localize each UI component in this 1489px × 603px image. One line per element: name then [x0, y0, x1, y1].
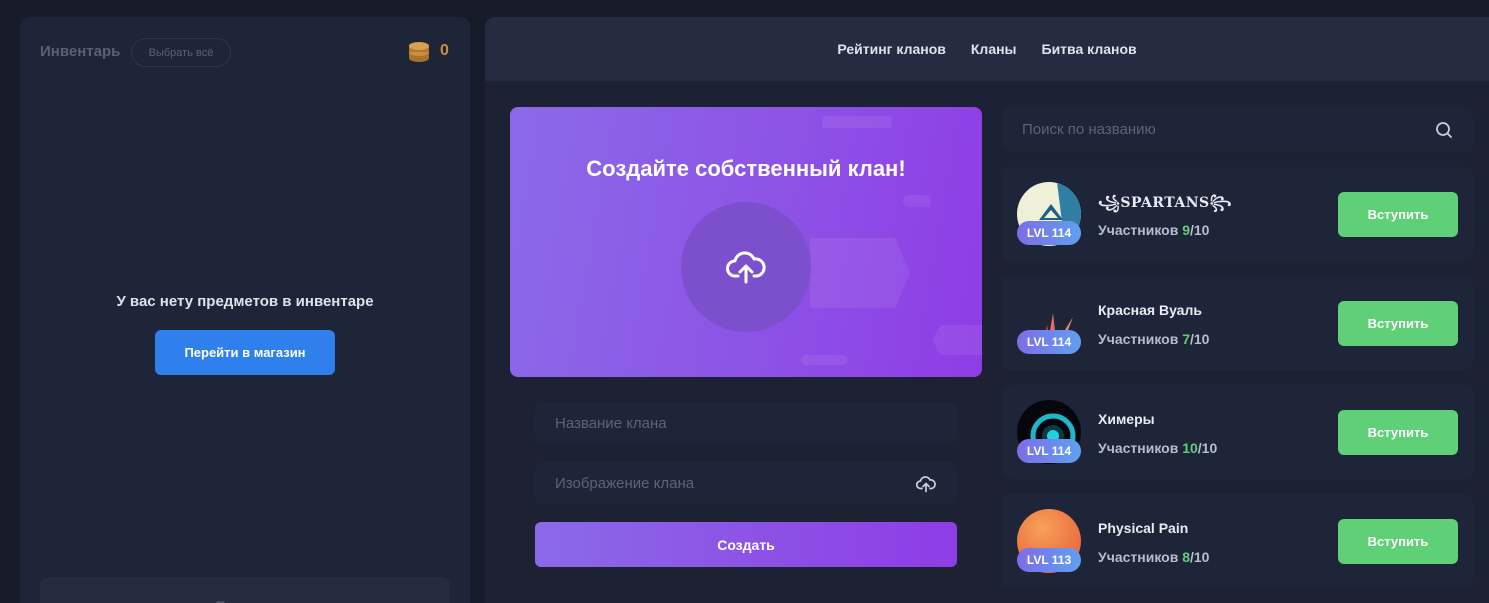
- clan-avatar: LVL 114: [1017, 182, 1081, 246]
- level-badge: LVL 114: [1017, 221, 1081, 245]
- clan-image-input[interactable]: [555, 474, 937, 492]
- create-clan-button[interactable]: Создать: [535, 522, 957, 567]
- nav-clan-battle[interactable]: Битва кланов: [1042, 41, 1137, 57]
- coin-balance: 0: [440, 42, 449, 59]
- level-badge: LVL 114: [1017, 439, 1081, 463]
- join-clan-button[interactable]: Вступить: [1338, 301, 1458, 346]
- inventory-title: Инвентарь: [40, 43, 121, 60]
- decor-shape: [903, 195, 931, 207]
- join-clan-button[interactable]: Вступить: [1338, 410, 1458, 455]
- members-max: /10: [1190, 331, 1210, 347]
- clan-image-field[interactable]: [535, 462, 957, 504]
- members-count: Участников 7/10: [1098, 331, 1209, 347]
- members-count: Участников 9/10: [1098, 222, 1209, 238]
- clan-card: LVL 114 ꧁SPARTANS꧂ Участников 9/10 Вступ…: [1002, 167, 1473, 261]
- members-max: /10: [1190, 549, 1210, 565]
- clan-avatar: LVL 114: [1017, 400, 1081, 464]
- members-label: Участников: [1098, 222, 1179, 238]
- create-clan-title: Создайте собственный клан!: [586, 156, 906, 181]
- join-clan-button[interactable]: Вступить: [1338, 519, 1458, 564]
- search-icon[interactable]: [1435, 121, 1453, 139]
- members-label: Участников: [1098, 331, 1179, 347]
- sell-button[interactable]: Продать: [40, 577, 450, 603]
- nav-clans[interactable]: Кланы: [971, 41, 1017, 57]
- search-input[interactable]: [1022, 121, 1435, 138]
- level-badge: LVL 114: [1017, 330, 1081, 354]
- clan-name-prefix: ꧁: [1098, 195, 1121, 211]
- clan-card: LVL 113 Physical Pain Участников 8/10 Вс…: [1002, 494, 1473, 588]
- clan-name-suffix: ꧂: [1209, 195, 1233, 211]
- cloud-upload-icon: [726, 251, 766, 284]
- members-count: Участников 8/10: [1098, 549, 1209, 565]
- clan-image-upload[interactable]: [681, 202, 811, 332]
- inventory-panel: Инвентарь Выбрать всё 0 У вас нету предм…: [20, 17, 470, 603]
- decor-shape: [802, 355, 847, 365]
- clan-name: Химеры: [1098, 411, 1155, 427]
- empty-inventory-text: У вас нету предметов в инвентаре: [116, 293, 374, 310]
- clan-name-field[interactable]: [535, 402, 957, 444]
- clan-card: LVL 114 Красная Вуаль Участников 7/10 Вс…: [1002, 276, 1473, 370]
- decor-shape: [932, 325, 982, 355]
- members-current: 9: [1182, 222, 1190, 238]
- upload-icon[interactable]: [916, 475, 936, 493]
- clan-search[interactable]: [1002, 107, 1473, 152]
- clan-avatar: LVL 113: [1017, 509, 1081, 573]
- level-badge: LVL 113: [1017, 548, 1081, 572]
- nav-clan-rating[interactable]: Рейтинг кланов: [837, 41, 946, 57]
- members-label: Участников: [1098, 549, 1179, 565]
- clan-name: Красная Вуаль: [1098, 302, 1202, 318]
- members-label: Участников: [1098, 440, 1179, 456]
- clan-nav: Рейтинг кланов Кланы Битва кланов: [485, 17, 1489, 81]
- members-max: /10: [1190, 222, 1210, 238]
- join-clan-button[interactable]: Вступить: [1338, 192, 1458, 237]
- select-all-button[interactable]: Выбрать всё: [131, 38, 231, 67]
- members-current: 10: [1182, 440, 1198, 456]
- clan-avatar: LVL 114: [1017, 291, 1081, 355]
- members-count: Участников 10/10: [1098, 440, 1217, 456]
- clans-panel: Рейтинг кланов Кланы Битва кланов Создай…: [485, 17, 1489, 603]
- clan-name: ꧁SPARTANS꧂: [1098, 191, 1232, 220]
- clan-name-text: SPARTANS: [1120, 195, 1210, 211]
- clan-card: LVL 114 Химеры Участников 10/10 Вступить: [1002, 385, 1473, 479]
- decor-shape: [810, 238, 910, 308]
- coins-icon: [409, 42, 429, 62]
- go-to-shop-button[interactable]: Перейти в магазин: [155, 330, 335, 375]
- members-max: /10: [1197, 440, 1218, 456]
- decor-shape: [822, 116, 892, 128]
- create-clan-card: Создайте собственный клан!: [510, 107, 982, 377]
- members-current: 8: [1182, 549, 1190, 565]
- clan-name: Physical Pain: [1098, 520, 1189, 536]
- clan-name-input[interactable]: [555, 414, 937, 432]
- members-current: 7: [1182, 331, 1190, 347]
